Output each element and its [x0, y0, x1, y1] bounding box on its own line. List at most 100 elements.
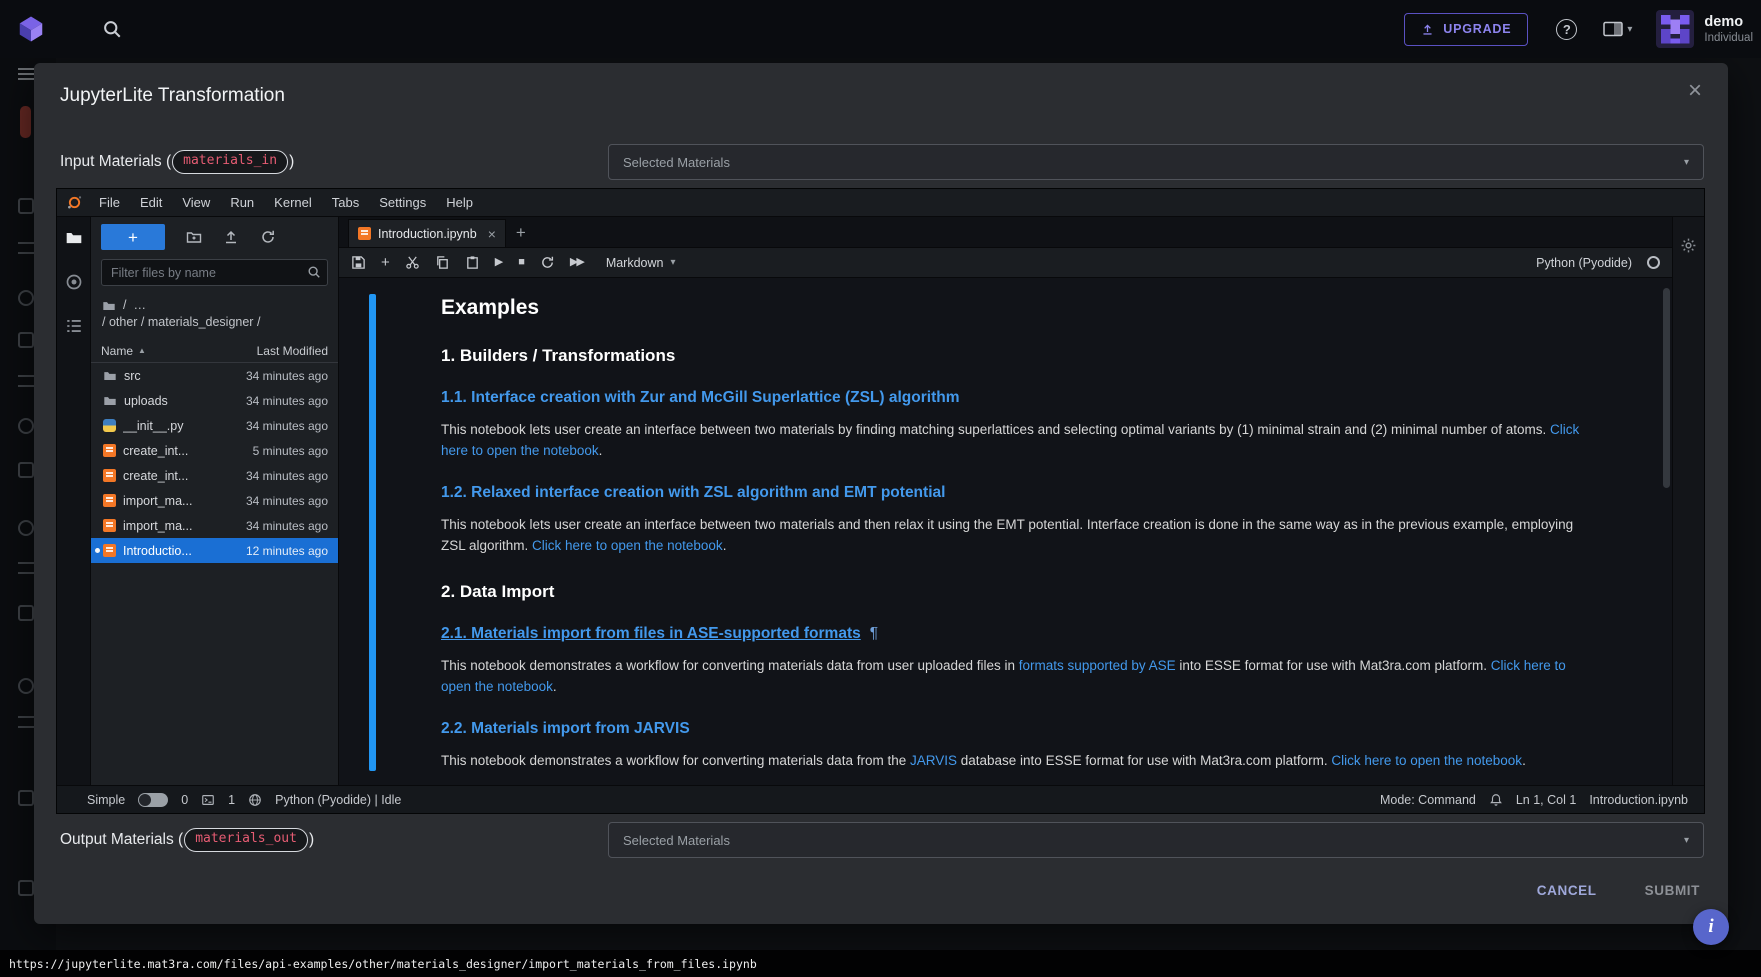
stop-kernel-icon[interactable]: ■ [518, 257, 525, 268]
info-button[interactable]: i [1693, 909, 1729, 945]
table-row[interactable]: import_ma... 34 minutes ago [91, 488, 338, 513]
column-header-last-modified[interactable]: Last Modified [257, 344, 328, 358]
column-header-name[interactable]: Name ▲ [101, 344, 257, 358]
terminal-icon[interactable] [201, 793, 215, 807]
breadcrumb-path[interactable]: / other / materials_designer / [102, 315, 260, 329]
cell-type-dropdown[interactable]: Markdown ▾ [606, 256, 676, 270]
help-icon[interactable]: ? [1556, 19, 1577, 40]
jupyter-menu-bar: File Edit View Run Kernel Tabs Settings … [57, 189, 1704, 217]
menu-settings[interactable]: Settings [369, 195, 436, 210]
search-icon[interactable] [102, 19, 122, 39]
file-browser-icon[interactable] [65, 229, 83, 247]
table-row[interactable]: import_ma... 34 minutes ago [91, 513, 338, 538]
output-selected-materials-dropdown[interactable]: Selected Materials ▾ [608, 822, 1704, 858]
menu-file[interactable]: File [89, 195, 130, 210]
restart-run-all-icon[interactable]: ▶▶ [570, 257, 583, 268]
file-name: import_ma... [123, 519, 246, 533]
filter-files-input[interactable] [101, 259, 328, 286]
file-modified: 12 minutes ago [246, 544, 328, 558]
restart-kernel-icon[interactable] [540, 255, 555, 270]
running-kernels-icon[interactable] [65, 273, 83, 291]
kernel-state[interactable]: Python (Pyodide) | Idle [275, 793, 401, 807]
settings-gear-icon[interactable] [1680, 237, 1697, 785]
file-name: __init__.py [123, 419, 246, 433]
refresh-file-list-icon[interactable] [260, 229, 276, 245]
cursor-position[interactable]: Ln 1, Col 1 [1516, 793, 1576, 807]
chevron-down-icon: ▾ [1684, 157, 1689, 168]
upload-files-icon[interactable] [223, 229, 239, 245]
menu-kernel[interactable]: Kernel [264, 195, 322, 210]
run-cell-icon[interactable]: ▶ [495, 257, 503, 268]
kernel-name-button[interactable]: Python (Pyodide) [1536, 256, 1632, 270]
close-tab-icon[interactable]: × [488, 226, 496, 242]
new-folder-icon[interactable] [186, 229, 202, 245]
md-link-heading-2-1[interactable]: 2.1. Materials import from files in ASE-… [441, 625, 1591, 643]
file-list: src 34 minutes ago uploads 34 minutes ag… [91, 363, 338, 785]
globe-icon[interactable] [248, 793, 262, 807]
avatar[interactable] [1656, 10, 1694, 48]
cell-collapser[interactable] [369, 294, 376, 771]
ase-formats-link[interactable]: formats supported by ASE [1019, 658, 1176, 673]
copy-cell-icon[interactable] [435, 255, 450, 270]
output-materials-prefix: Output Materials ( [60, 831, 183, 848]
jupyter-left-sidebar [57, 217, 91, 785]
mode-indicator[interactable]: Mode: Command [1380, 793, 1476, 807]
breadcrumb-root[interactable]: / [123, 297, 126, 314]
breadcrumb: / … / other / materials_designer / [91, 288, 338, 335]
close-icon[interactable]: × [1688, 79, 1702, 103]
menu-help[interactable]: Help [436, 195, 483, 210]
table-row[interactable]: create_int... 5 minutes ago [91, 438, 338, 463]
md-heading-examples: Examples [441, 296, 1591, 320]
new-launcher-button[interactable]: + [101, 224, 165, 250]
status-filename: Introduction.ipynb [1589, 793, 1688, 807]
md-link-heading-2-2[interactable]: 2.2. Materials import from JARVIS [441, 720, 1591, 738]
view-switcher-icon[interactable]: ▾ [1603, 21, 1632, 37]
submit-button[interactable]: SUBMIT [1645, 883, 1700, 898]
mat3ra-logo[interactable] [16, 14, 46, 44]
upload-icon [1421, 23, 1434, 36]
simple-mode-toggle[interactable] [138, 793, 168, 807]
breadcrumb-ellipsis[interactable]: … [133, 297, 146, 314]
md-link-heading-1-1[interactable]: 1.1. Interface creation with Zur and McG… [441, 389, 1591, 407]
table-of-contents-icon[interactable] [65, 317, 83, 335]
kernel-status-icon[interactable] [1647, 256, 1660, 269]
home-folder-icon[interactable] [102, 299, 116, 313]
menu-run[interactable]: Run [220, 195, 264, 210]
file-name: uploads [124, 394, 246, 408]
menu-edit[interactable]: Edit [130, 195, 172, 210]
table-row-selected[interactable]: Introductio... 12 minutes ago [91, 538, 338, 563]
heading-text: 2.1. Materials import from files in ASE-… [441, 625, 861, 642]
table-row[interactable]: src 34 minutes ago [91, 363, 338, 388]
notebook-scrollbar[interactable] [1663, 288, 1670, 488]
search-icon [307, 265, 321, 279]
upgrade-button[interactable]: UPGRADE [1404, 13, 1528, 46]
add-cell-icon[interactable]: + [381, 255, 390, 270]
paragraph-text: This notebook demonstrates a workflow fo… [441, 753, 910, 768]
jarvis-link[interactable]: JARVIS [910, 753, 957, 768]
md-link-heading-1-2[interactable]: 1.2. Relaxed interface creation with ZSL… [441, 484, 1591, 502]
open-notebook-link[interactable]: Click here to open the notebook [1331, 753, 1522, 768]
anchor-pilcrow-icon[interactable]: ¶ [870, 625, 878, 642]
table-row[interactable]: uploads 34 minutes ago [91, 388, 338, 413]
new-tab-icon[interactable]: + [506, 223, 536, 247]
tab-introduction-ipynb[interactable]: Introduction.ipynb × [348, 219, 506, 247]
notebook-icon [103, 469, 116, 482]
period: . [599, 443, 603, 458]
open-notebook-link[interactable]: Click here to open the notebook [532, 538, 723, 553]
dropdown-label: Selected Materials [623, 833, 1684, 848]
paren-close: ) [289, 153, 294, 170]
notebook-icon [358, 227, 371, 240]
dialog-title: JupyterLite Transformation [60, 85, 285, 107]
sort-ascending-icon: ▲ [138, 346, 146, 355]
save-icon[interactable] [351, 255, 366, 270]
paragraph-text: This notebook demonstrates a workflow fo… [441, 658, 1019, 673]
cancel-button[interactable]: CANCEL [1537, 883, 1597, 898]
table-row[interactable]: create_int... 34 minutes ago [91, 463, 338, 488]
table-row[interactable]: __init__.py 34 minutes ago [91, 413, 338, 438]
cut-cell-icon[interactable] [405, 255, 420, 270]
menu-view[interactable]: View [172, 195, 220, 210]
input-selected-materials-dropdown[interactable]: Selected Materials ▾ [608, 144, 1704, 180]
paste-cell-icon[interactable] [465, 255, 480, 270]
menu-tabs[interactable]: Tabs [322, 195, 369, 210]
bell-icon[interactable] [1489, 793, 1503, 807]
